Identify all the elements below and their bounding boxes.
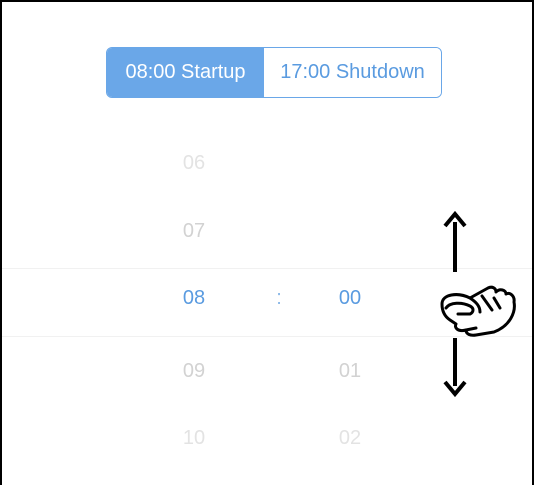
hour-option-selected[interactable]: 08 <box>162 287 226 310</box>
hour-option[interactable]: 10 <box>162 427 226 450</box>
minute-option[interactable]: 02 <box>318 427 382 450</box>
minute-option-selected[interactable]: 00 <box>318 287 382 310</box>
minute-option[interactable]: 01 <box>318 360 382 383</box>
hour-option[interactable]: 06 <box>162 152 226 175</box>
tab-shutdown[interactable]: 17:00 Shutdown <box>264 48 441 97</box>
swipe-hand-icon <box>440 285 516 337</box>
arrow-down-icon <box>443 338 467 398</box>
hour-option[interactable]: 07 <box>162 220 226 243</box>
hour-option[interactable]: 09 <box>162 360 226 383</box>
arrow-up-icon <box>443 210 467 272</box>
time-separator: : <box>276 287 282 309</box>
schedule-segmented-control: 08:00 Startup 17:00 Shutdown <box>106 47 442 98</box>
tab-startup[interactable]: 08:00 Startup <box>107 48 264 97</box>
time-picker-screen: 08:00 Startup 17:00 Shutdown 06 07 08 09… <box>0 0 534 485</box>
